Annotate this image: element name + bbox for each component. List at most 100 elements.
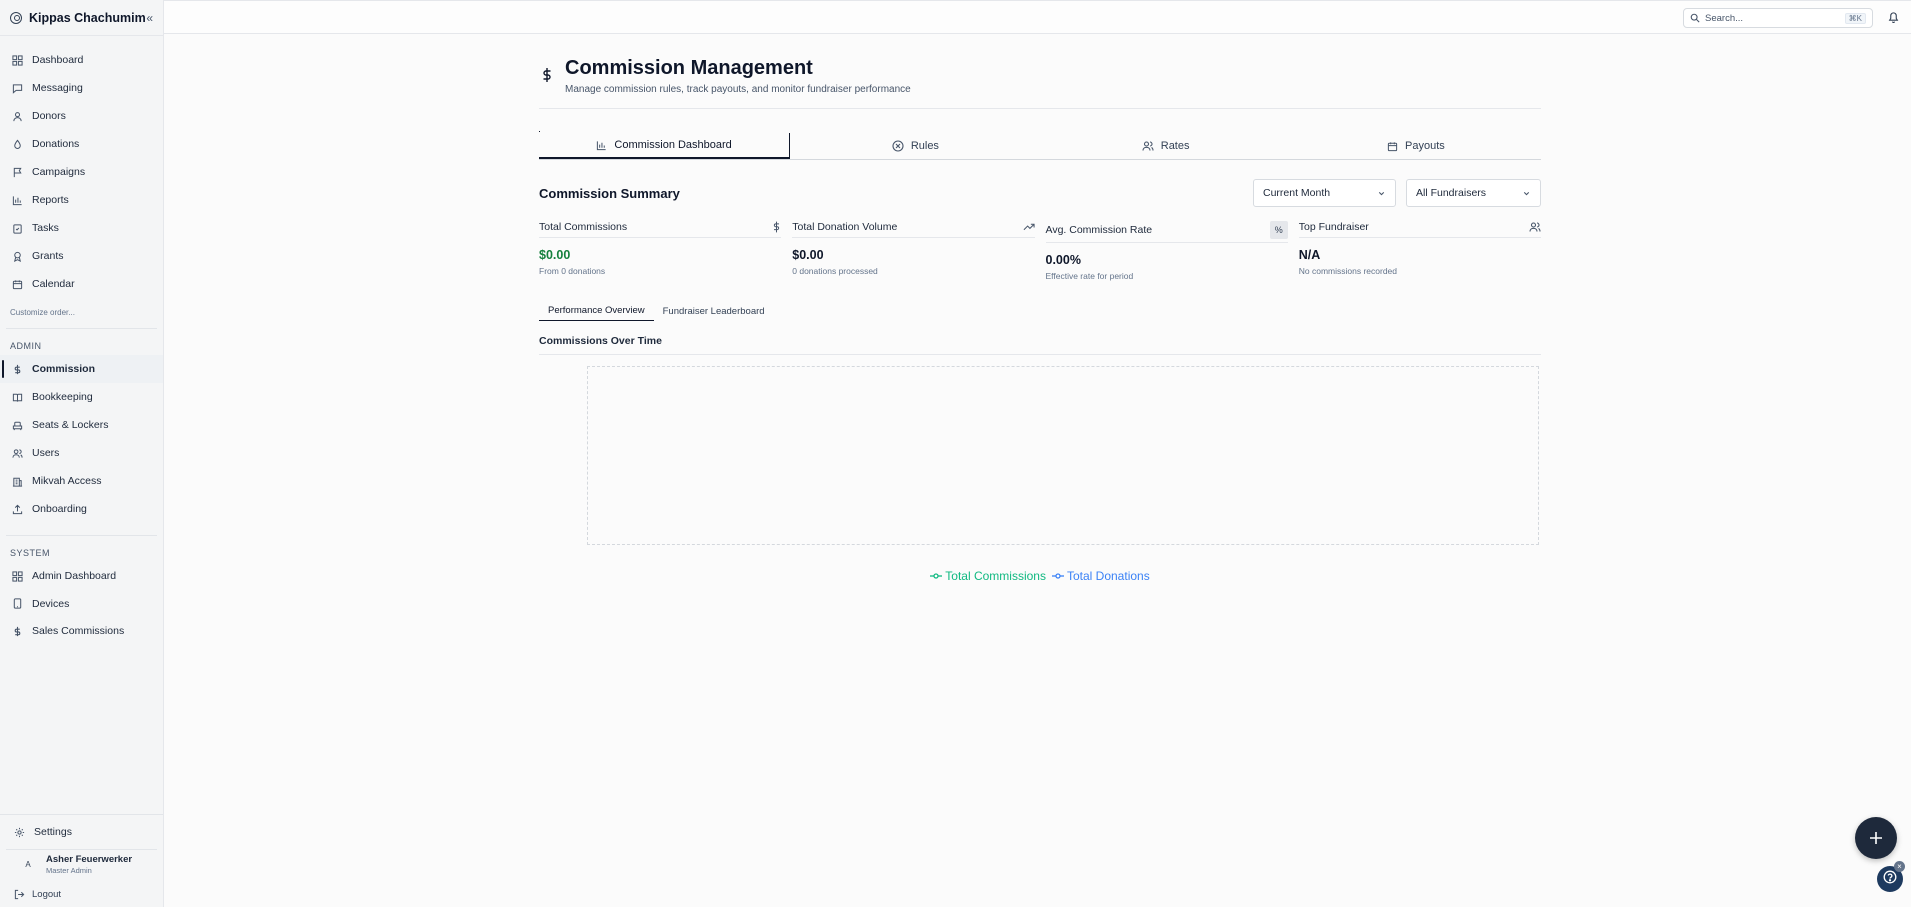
- stat-note: 0 donations processed: [792, 266, 878, 276]
- stat-label: Avg. Commission Rate: [1045, 223, 1153, 236]
- page-subtitle: Manage commission rules, track payouts, …: [565, 84, 911, 95]
- search-icon: [1690, 13, 1700, 23]
- sidebar-item-label: Donations: [32, 138, 80, 150]
- sidebar-item-sales-commissions[interactable]: Sales Commissions: [0, 617, 163, 645]
- bell-icon[interactable]: [1888, 11, 1899, 23]
- tab-label: Rates: [1160, 140, 1190, 152]
- tab-label: Commission Dashboard: [614, 139, 732, 151]
- sidebar-item-seats-lockers[interactable]: Seats & Lockers: [0, 411, 163, 439]
- tablet-icon: [12, 598, 23, 609]
- sidebar: Kippas Chachumim « Dashboard Messaging D…: [0, 0, 164, 907]
- tab-rates[interactable]: Rates: [1041, 133, 1291, 159]
- main-tabs: Commission Dashboard Rules Rates Payouts: [539, 133, 1541, 160]
- summary-title: Commission Summary: [539, 185, 680, 201]
- search-input[interactable]: [1705, 12, 1845, 24]
- line-marker-icon: [930, 572, 943, 580]
- stat-label: Top Fundraiser: [1298, 221, 1369, 233]
- droplet-icon: [12, 139, 23, 150]
- plus-icon: [1869, 824, 1883, 852]
- calendar-icon: [1387, 141, 1398, 152]
- tab-fundraiser-leaderboard[interactable]: Fundraiser Leaderboard: [654, 301, 774, 321]
- page-header: Commission Management Manage commission …: [539, 34, 1541, 109]
- legend-label: Total Donations: [1066, 569, 1150, 583]
- users-icon: [12, 448, 23, 459]
- admin-section-label: ADMIN: [10, 341, 42, 351]
- sidebar-item-commission[interactable]: Commission: [0, 355, 163, 383]
- avatar: A: [25, 860, 31, 869]
- stat-header: Total Commissions: [539, 217, 782, 238]
- stat-total-commissions: Total Commissions $0.00 From 0 donations: [539, 217, 782, 281]
- sidebar-item-label: Grants: [32, 250, 64, 262]
- fundraiser-select[interactable]: All Fundraisers: [1406, 179, 1541, 207]
- customize-order-link[interactable]: Customize order...: [0, 298, 163, 328]
- upload-icon: [12, 504, 23, 515]
- sidebar-item-donors[interactable]: Donors: [0, 102, 163, 130]
- sidebar-item-tasks[interactable]: Tasks: [0, 214, 163, 242]
- sidebar-item-onboarding[interactable]: Onboarding: [0, 495, 163, 523]
- stats-row: Total Commissions $0.00 From 0 donations…: [539, 217, 1541, 281]
- percent-icon: %: [1269, 220, 1288, 239]
- sidebar-item-calendar[interactable]: Calendar: [0, 270, 163, 298]
- sidebar-item-admin-dashboard[interactable]: Admin Dashboard: [0, 562, 163, 590]
- search-box[interactable]: ⌘K: [1683, 8, 1873, 28]
- sidebar-item-label: Tasks: [32, 222, 59, 234]
- period-select-value: Current Month: [1263, 187, 1331, 199]
- tab-commission-dashboard[interactable]: Commission Dashboard: [539, 133, 791, 159]
- close-icon[interactable]: ×: [1894, 861, 1905, 872]
- calendar-icon: [12, 279, 23, 290]
- sidebar-item-reports[interactable]: Reports: [0, 186, 163, 214]
- settings-button[interactable]: Settings: [0, 815, 163, 849]
- users-icon: [1529, 221, 1541, 233]
- sidebar-item-label: Seats & Lockers: [32, 419, 109, 431]
- sidebar-item-messaging[interactable]: Messaging: [0, 74, 163, 102]
- x-circle-icon: [892, 140, 904, 152]
- stat-top-fundraiser: Top Fundraiser N/A No commissions record…: [1298, 217, 1541, 281]
- sidebar-item-label: Bookkeeping: [32, 391, 93, 403]
- sidebar-item-campaigns[interactable]: Campaigns: [0, 158, 163, 186]
- logout-label: Logout: [32, 888, 62, 900]
- system-nav: Admin Dashboard Devices Sales Commission…: [0, 562, 163, 645]
- sidebar-footer: Settings A Asher Feuerwerker Master Admi…: [0, 814, 163, 907]
- sidebar-item-bookkeeping[interactable]: Bookkeeping: [0, 383, 163, 411]
- tab-label: Payouts: [1405, 140, 1445, 152]
- sidebar-item-devices[interactable]: Devices: [0, 590, 163, 617]
- book-icon: [12, 392, 23, 403]
- period-select[interactable]: Current Month: [1253, 179, 1396, 207]
- main-content: Commission Management Manage commission …: [539, 34, 1541, 583]
- legend-item-total-donations[interactable]: Total Donations: [1051, 569, 1150, 583]
- chevron-down-icon: [1377, 189, 1386, 198]
- logout-button[interactable]: Logout: [0, 881, 163, 907]
- add-fab-button[interactable]: [1855, 817, 1897, 859]
- grid-icon: [12, 570, 23, 582]
- tab-payouts[interactable]: Payouts: [1291, 133, 1541, 159]
- sidebar-item-mikvah-access[interactable]: Mikvah Access: [0, 467, 163, 495]
- stat-donation-volume: Total Donation Volume $0.00 0 donations …: [792, 217, 1035, 281]
- sidebar-item-donations[interactable]: Donations: [0, 130, 163, 158]
- main-nav: Dashboard Messaging Donors Donations Cam…: [0, 36, 163, 298]
- legend-item-total-commissions[interactable]: Total Commissions: [930, 569, 1046, 583]
- grid-icon: [12, 54, 23, 66]
- sub-tabs: Performance Overview Fundraiser Leaderbo…: [539, 301, 1541, 321]
- tab-label: Rules: [910, 140, 939, 152]
- users-icon: [1142, 140, 1154, 152]
- admin-nav: Commission Bookkeeping Seats & Lockers U…: [0, 355, 163, 523]
- chart-area: [587, 366, 1539, 545]
- chevrons-left-icon[interactable]: «: [146, 11, 153, 25]
- stat-label: Total Commissions: [539, 221, 628, 233]
- bar-chart-icon: [12, 195, 23, 206]
- sidebar-item-users[interactable]: Users: [0, 439, 163, 467]
- chevron-down-icon: [1522, 189, 1531, 198]
- stat-note: No commissions recorded: [1298, 266, 1398, 276]
- tab-rules[interactable]: Rules: [790, 133, 1040, 159]
- user-role: Master Admin: [46, 866, 92, 875]
- stat-note: Effective rate for period: [1045, 271, 1134, 281]
- line-marker-icon: [1051, 572, 1064, 580]
- user-profile[interactable]: A Asher Feuerwerker Master Admin: [6, 849, 157, 881]
- chart-legend: Total Commissions Total Donations: [539, 569, 1541, 583]
- sidebar-item-grants[interactable]: Grants: [0, 242, 163, 270]
- fundraiser-select-value: All Fundraisers: [1416, 187, 1487, 199]
- sidebar-item-dashboard[interactable]: Dashboard: [0, 46, 163, 74]
- sidebar-item-label: Devices: [32, 597, 70, 610]
- tab-performance-overview[interactable]: Performance Overview: [539, 301, 654, 321]
- dollar-icon: [12, 364, 23, 375]
